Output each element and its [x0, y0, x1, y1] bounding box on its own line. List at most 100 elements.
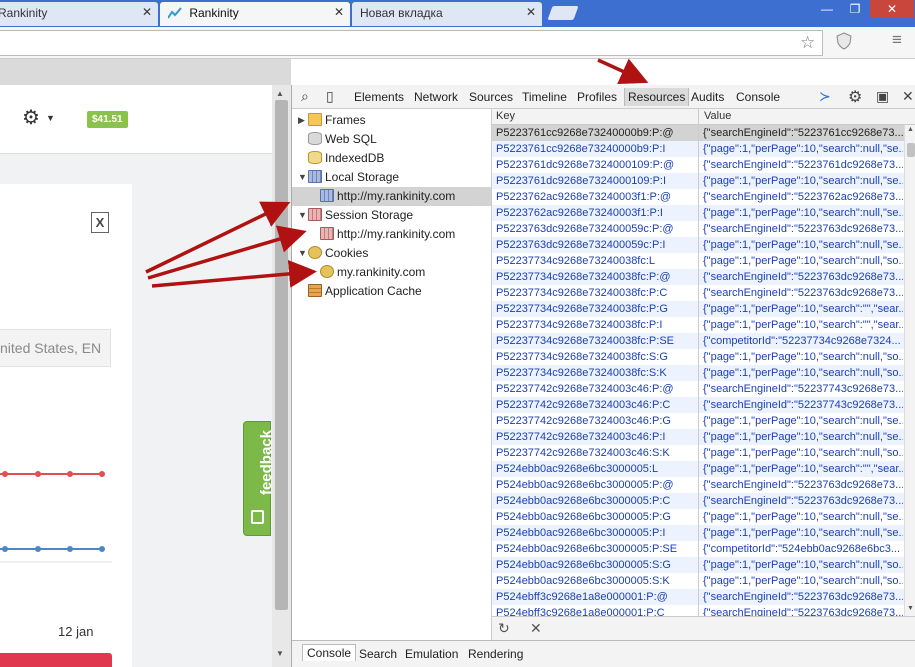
- tree-item[interactable]: http://my.rankinity.com: [292, 187, 491, 206]
- gear-icon[interactable]: ⚙: [22, 105, 40, 130]
- feedback-button[interactable]: feedback: [243, 421, 275, 536]
- table-scrollbar-thumb[interactable]: [907, 143, 915, 157]
- data-point[interactable]: [67, 546, 73, 552]
- browser-tabstrip: Rankinity ✕ Rankinity ✕ Новая вкладка ✕ …: [0, 0, 915, 27]
- tab-network[interactable]: Network: [414, 90, 458, 104]
- data-point[interactable]: [35, 471, 41, 477]
- row-key: P524ebb0ac9268e6bc3000005:P:SE: [496, 543, 678, 555]
- row-value: {"page":1,"perPage":10,"search":null,"se…: [703, 431, 903, 443]
- browser-tab-1[interactable]: Rankinity ✕: [0, 2, 158, 26]
- drawer-tab-rendering[interactable]: Rendering: [468, 647, 523, 661]
- tab-profiles[interactable]: Profiles: [577, 90, 617, 104]
- tree-item[interactable]: IndexedDB: [292, 149, 384, 168]
- tree-item[interactable]: my.rankinity.com: [292, 263, 425, 282]
- tree-item[interactable]: Application Cache: [292, 282, 422, 301]
- devtools-drawer: Console Search Emulation Rendering: [292, 640, 915, 667]
- maximize-icon[interactable]: ❐: [843, 0, 867, 18]
- show-drawer-icon[interactable]: ≻: [819, 88, 831, 105]
- collapse-arrow-icon[interactable]: ▼: [298, 168, 307, 187]
- close-window-icon[interactable]: ✕: [870, 0, 914, 18]
- table-header: Key Value: [492, 109, 915, 125]
- gear-icon[interactable]: ⚙: [848, 87, 862, 107]
- data-point[interactable]: [67, 471, 73, 477]
- tree-item[interactable]: ▼ Cookies: [292, 244, 368, 263]
- close-icon[interactable]: ✕: [526, 5, 536, 19]
- row-key: P52237742c9268e7324003c46:P:@: [496, 383, 674, 395]
- collapse-arrow-icon[interactable]: ▼: [298, 206, 307, 225]
- region-select[interactable]: nited States, EN: [0, 329, 111, 367]
- tab-timeline[interactable]: Timeline: [522, 90, 567, 104]
- browser-tab-2[interactable]: Rankinity ✕: [160, 2, 350, 26]
- star-icon[interactable]: ☆: [800, 33, 815, 53]
- close-icon[interactable]: ✕: [142, 5, 152, 19]
- column-header-value[interactable]: Value: [704, 110, 731, 122]
- data-point[interactable]: [35, 546, 41, 552]
- row-key: P52237742c9268e7324003c46:S:K: [496, 447, 670, 459]
- new-tab-button[interactable]: [547, 6, 579, 20]
- scroll-down-icon[interactable]: ▼: [276, 649, 284, 658]
- row-value: {"searchEngineId":"5223763dc9268e73...: [703, 287, 903, 299]
- tree-item[interactable]: ▼ Session Storage: [292, 206, 413, 225]
- tab-resources[interactable]: Resources: [624, 88, 690, 106]
- chart-date-label: 12 jan: [58, 624, 94, 639]
- tab-sources[interactable]: Sources: [469, 90, 513, 104]
- refresh-icon[interactable]: ↻: [498, 620, 510, 637]
- local-storage-icon: [308, 170, 322, 183]
- url-input[interactable]: ☆: [0, 30, 823, 56]
- chevron-down-icon[interactable]: ▼: [46, 113, 55, 123]
- annotation-arrow-resources: [597, 58, 649, 85]
- tab-elements[interactable]: Elements: [354, 90, 404, 104]
- row-value: {"searchEngineId":"5223762ac9268e73...: [703, 191, 903, 203]
- tree-item[interactable]: ▶ Frames: [292, 111, 366, 130]
- tab-audits[interactable]: Audits: [691, 90, 724, 104]
- excel-export-icon[interactable]: X: [91, 212, 109, 233]
- row-value: {"searchEngineId":"5223763dc9268e73...: [703, 479, 903, 491]
- collapse-arrow-icon[interactable]: ▼: [298, 244, 307, 263]
- table-footer: ↻ ✕: [492, 616, 915, 640]
- scroll-up-icon[interactable]: ▲: [907, 126, 914, 133]
- tree-item-label: http://my.rankinity.com: [337, 227, 456, 241]
- close-icon[interactable]: ✕: [334, 5, 344, 19]
- device-mode-icon[interactable]: ▯: [326, 88, 334, 105]
- page-scrollbar-thumb[interactable]: [275, 100, 288, 610]
- row-value: {"page":1,"perPage":10,"search":null,"se…: [703, 239, 903, 251]
- menu-icon[interactable]: ≡: [892, 30, 902, 50]
- search-icon[interactable]: ⌕: [301, 88, 309, 105]
- drawer-tab-console[interactable]: Console: [302, 644, 357, 661]
- dock-icon[interactable]: ▣: [876, 88, 889, 105]
- rankinity-icon: [167, 7, 182, 19]
- tree-item-label: Session Storage: [325, 208, 414, 222]
- session-storage-icon: [320, 227, 334, 240]
- tree-item-label: IndexedDB: [325, 151, 385, 165]
- row-key: P524ebb0ac9268e6bc3000005:S:K: [496, 575, 670, 587]
- tree-item[interactable]: Web SQL: [292, 130, 377, 149]
- row-key: P52237734c9268e73240038fc:P:@: [496, 271, 671, 283]
- primary-action-button[interactable]: [0, 653, 112, 667]
- browser-tab-3[interactable]: Новая вкладка ✕: [352, 2, 542, 26]
- row-value: {"page":1,"perPage":10,"search":null,"se…: [703, 143, 903, 155]
- row-key: P52237742c9268e7324003c46:P:C: [496, 399, 671, 411]
- shield-icon[interactable]: [836, 32, 852, 55]
- column-header-key[interactable]: Key: [496, 110, 515, 122]
- column-divider[interactable]: [698, 109, 699, 616]
- tree-item[interactable]: http://my.rankinity.com: [292, 225, 455, 244]
- tree-item[interactable]: ▼ Local Storage: [292, 168, 399, 187]
- minimize-icon[interactable]: —: [815, 0, 839, 18]
- position-chart: [0, 471, 112, 563]
- close-devtools-icon[interactable]: ✕: [902, 88, 914, 105]
- scroll-down-icon[interactable]: ▼: [907, 605, 914, 612]
- data-point[interactable]: [99, 471, 105, 477]
- drawer-tab-search[interactable]: Search: [359, 647, 397, 661]
- expand-arrow-icon[interactable]: ▶: [298, 111, 305, 130]
- table-scrollbar[interactable]: ▲ ▼: [904, 125, 915, 616]
- scroll-up-icon[interactable]: ▲: [276, 89, 284, 98]
- website-topbar: [0, 59, 291, 85]
- data-point[interactable]: [2, 471, 8, 477]
- tab-console[interactable]: Console: [736, 90, 780, 104]
- folder-icon: [308, 113, 322, 126]
- data-point[interactable]: [99, 546, 105, 552]
- drawer-tab-emulation[interactable]: Emulation: [405, 647, 458, 661]
- data-point[interactable]: [2, 546, 8, 552]
- row-key: P5223763dc9268e732400059c:P:@: [496, 223, 674, 235]
- delete-icon[interactable]: ✕: [530, 620, 542, 637]
